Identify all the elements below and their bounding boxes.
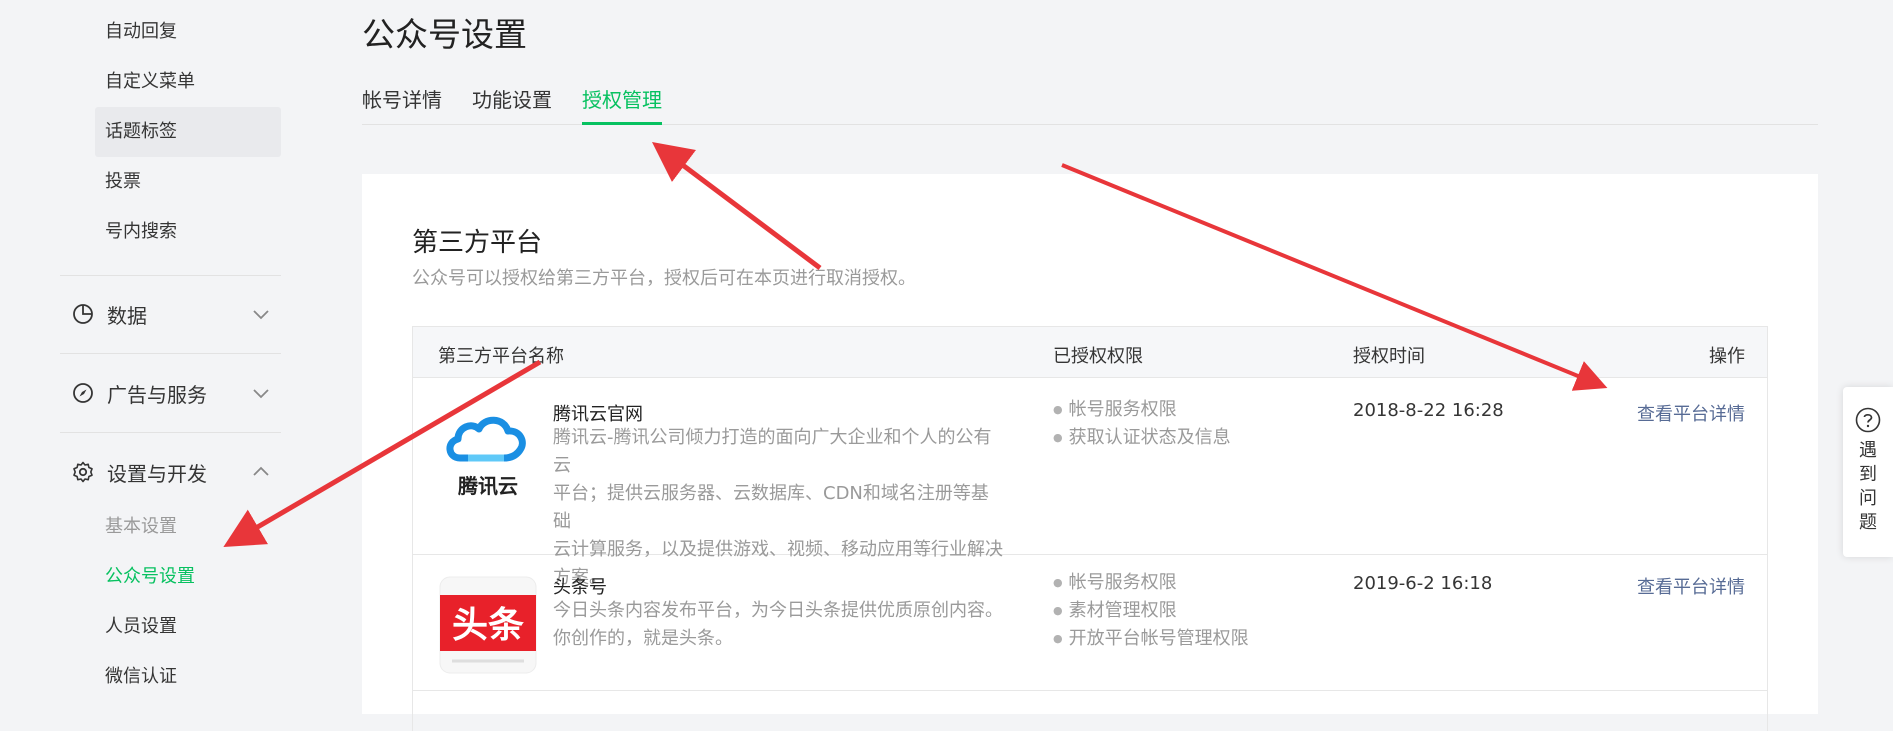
platform-name: 头条号 bbox=[553, 577, 607, 598]
sidebar-item-auto-reply[interactable]: 自动回复 bbox=[95, 7, 281, 57]
sidebar-item-wechat-verification[interactable]: 微信认证 bbox=[95, 652, 281, 702]
tab-bar: 帐号详情 功能设置 授权管理 bbox=[362, 78, 1818, 125]
tab-authorization-management[interactable]: 授权管理 bbox=[582, 84, 662, 125]
permission-item: 开放平台帐号管理权限 bbox=[1053, 625, 1249, 653]
sidebar-item-staff-settings[interactable]: 人员设置 bbox=[95, 602, 281, 652]
svg-text:头条: 头条 bbox=[452, 605, 524, 646]
section-title: 第三方平台 bbox=[412, 228, 543, 258]
authorization-table: 第三方平台名称 已授权权限 授权时间 操作 腾讯云 腾讯云官网 腾讯云-腾讯公司… bbox=[412, 326, 1768, 731]
sidebar-divider bbox=[60, 275, 281, 276]
svg-text:腾讯云: 腾讯云 bbox=[458, 474, 518, 498]
tencent-cloud-logo: 腾讯云 bbox=[446, 416, 526, 498]
sidebar-divider bbox=[60, 432, 281, 433]
permission-item: 帐号服务权限 bbox=[1053, 396, 1231, 424]
permission-item: 帐号服务权限 bbox=[1053, 569, 1249, 597]
page-title: 公众号设置 bbox=[362, 15, 527, 54]
sidebar-item-custom-menu[interactable]: 自定义菜单 bbox=[95, 57, 281, 107]
question-icon bbox=[1855, 407, 1881, 433]
chevron-down-icon bbox=[253, 389, 269, 399]
permission-item: 获取认证状态及信息 bbox=[1053, 424, 1231, 452]
permission-item: 素材管理权限 bbox=[1053, 597, 1249, 625]
compass-icon bbox=[73, 383, 93, 403]
help-label: 遇 到 问 题 bbox=[1859, 440, 1877, 533]
authorization-time: 2019-6-2 16:18 bbox=[1353, 573, 1493, 594]
sidebar-group-data[interactable]: 数据 bbox=[60, 288, 281, 340]
table-row: 头条 头条号 今日头条内容发布平台，为今日头条提供优质原创内容。 你创作的，就是… bbox=[412, 555, 1768, 691]
help-widget[interactable]: 遇 到 问 题 bbox=[1843, 387, 1893, 557]
sidebar-group-label: 广告与服务 bbox=[107, 382, 207, 407]
platform-name: 腾讯云官网 bbox=[553, 404, 643, 425]
sidebar-item-in-account-search[interactable]: 号内搜索 bbox=[95, 207, 281, 257]
authorization-time: 2018-8-22 16:28 bbox=[1353, 400, 1504, 421]
tab-feature-settings[interactable]: 功能设置 bbox=[472, 84, 552, 124]
table-header: 第三方平台名称 已授权权限 授权时间 操作 bbox=[412, 326, 1768, 378]
view-platform-details-link[interactable]: 查看平台详情 bbox=[1637, 400, 1745, 426]
chevron-up-icon bbox=[253, 466, 269, 476]
column-header-time: 授权时间 bbox=[1353, 346, 1425, 367]
third-party-card: 第三方平台 公众号可以授权给第三方平台，授权后可在本页进行取消授权。 第三方平台… bbox=[362, 174, 1818, 731]
sidebar-item-account-settings[interactable]: 公众号设置 bbox=[95, 552, 281, 602]
sidebar-item-basic-settings[interactable]: 基本设置 bbox=[95, 502, 281, 552]
sidebar-group-settings-dev[interactable]: 设置与开发 bbox=[60, 446, 281, 498]
toutiao-logo: 头条 bbox=[439, 576, 537, 674]
sidebar-group-label: 数据 bbox=[107, 303, 147, 328]
sidebar-group-ads-services[interactable]: 广告与服务 bbox=[60, 367, 281, 419]
permission-list: 帐号服务权限 获取认证状态及信息 bbox=[1053, 396, 1231, 452]
column-header-permissions: 已授权权限 bbox=[1053, 346, 1143, 367]
section-description: 公众号可以授权给第三方平台，授权后可在本页进行取消授权。 bbox=[412, 268, 916, 289]
column-header-name: 第三方平台名称 bbox=[438, 346, 564, 367]
tab-account-details[interactable]: 帐号详情 bbox=[362, 84, 442, 124]
sidebar-group-label: 设置与开发 bbox=[107, 461, 207, 486]
sidebar-item-vote[interactable]: 投票 bbox=[95, 157, 281, 207]
sidebar: 自动回复 自定义菜单 话题标签 投票 号内搜索 数据 广告与服务 设置与开发 基… bbox=[0, 0, 330, 710]
pie-chart-icon bbox=[73, 304, 93, 324]
column-header-action: 操作 bbox=[1709, 346, 1745, 367]
sidebar-item-topic-tags[interactable]: 话题标签 bbox=[95, 107, 281, 157]
gear-icon bbox=[73, 461, 93, 483]
chevron-down-icon bbox=[253, 310, 269, 320]
table-row: 腾讯云 腾讯云官网 腾讯云-腾讯公司倾力打造的面向广大企业和个人的公有云 平台；… bbox=[412, 378, 1768, 588]
platform-description: 今日头条内容发布平台，为今日头条提供优质原创内容。 你创作的，就是头条。 bbox=[553, 600, 1003, 649]
view-platform-details-link[interactable]: 查看平台详情 bbox=[1637, 573, 1745, 599]
sidebar-divider bbox=[60, 353, 281, 354]
permission-list: 帐号服务权限 素材管理权限 开放平台帐号管理权限 bbox=[1053, 569, 1249, 653]
table-row bbox=[412, 691, 1768, 731]
